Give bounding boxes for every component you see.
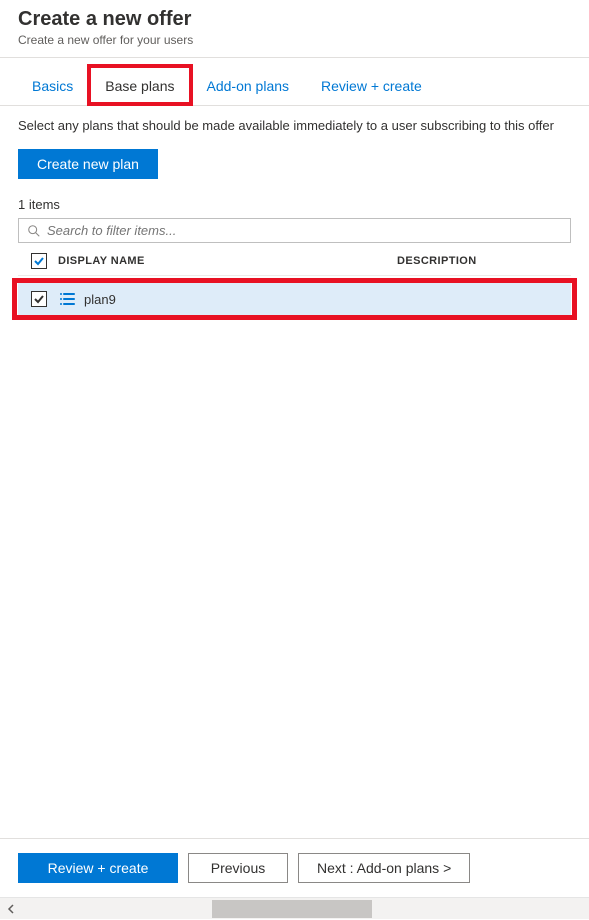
tabs: Basics Base plans Add-on plans Review + … — [0, 58, 589, 106]
select-all-checkbox[interactable] — [31, 253, 47, 269]
column-display-name[interactable]: DISPLAY NAME — [56, 255, 397, 267]
search-input[interactable] — [41, 223, 562, 238]
tab-basics[interactable]: Basics — [18, 70, 87, 105]
search-icon — [27, 224, 41, 238]
page-title: Create a new offer — [18, 8, 571, 31]
tab-review-create[interactable]: Review + create — [307, 70, 436, 105]
previous-button[interactable]: Previous — [188, 853, 288, 883]
column-description[interactable]: DESCRIPTION — [397, 255, 567, 267]
items-count: 1 items — [18, 197, 571, 212]
row-name: plan9 — [84, 292, 116, 307]
table-row[interactable]: plan9 — [18, 280, 571, 318]
tab-description: Select any plans that should be made ava… — [18, 118, 571, 133]
row-checkbox[interactable] — [31, 291, 47, 307]
plan-icon — [58, 290, 76, 308]
create-new-plan-button[interactable]: Create new plan — [18, 149, 158, 179]
scroll-left-icon[interactable] — [0, 898, 22, 920]
tab-base-plans[interactable]: Base plans — [91, 70, 188, 106]
tab-base-plans-label: Base plans — [105, 78, 174, 94]
page-subtitle: Create a new offer for your users — [18, 33, 571, 47]
table-header: DISPLAY NAME DESCRIPTION — [18, 247, 571, 276]
scroll-thumb[interactable] — [212, 900, 372, 918]
horizontal-scrollbar[interactable] — [0, 897, 589, 919]
footer: Review + create Previous Next : Add-on p… — [0, 838, 589, 897]
search-box[interactable] — [18, 218, 571, 243]
next-button[interactable]: Next : Add-on plans > — [298, 853, 470, 883]
tab-addon-plans[interactable]: Add-on plans — [193, 70, 304, 105]
review-create-button[interactable]: Review + create — [18, 853, 178, 883]
